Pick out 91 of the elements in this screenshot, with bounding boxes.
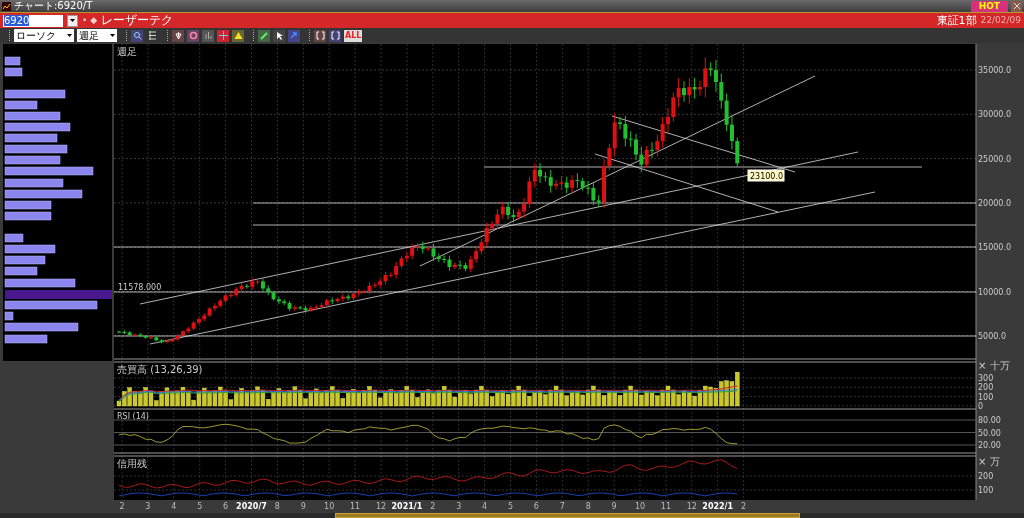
month-label: 7	[559, 502, 565, 511]
navigator-bar[interactable]	[0, 513, 1024, 518]
month-label: 11	[350, 502, 361, 511]
month-label: 2	[430, 502, 436, 511]
toolbar-button[interactable]	[258, 29, 270, 42]
period-select[interactable]: 週足	[77, 29, 117, 42]
month-label: 2021/1	[391, 502, 423, 511]
month-label: 12	[686, 502, 697, 511]
market-label: 東証1部	[936, 14, 977, 27]
axis-label: 100	[978, 486, 994, 495]
caret-icon	[67, 34, 72, 37]
axis-label: 25000.0	[978, 154, 1012, 164]
chart-type-select[interactable]: ローソク	[14, 29, 74, 42]
magnifier-icon	[132, 31, 142, 40]
axis-label: 10000.0	[978, 287, 1012, 297]
month-label: 5	[507, 502, 514, 511]
axis-label: 20000.0	[978, 198, 1012, 208]
target-icon	[188, 31, 198, 40]
cursor-icon	[274, 31, 284, 40]
window-title: チャート:6920/T	[14, 0, 94, 12]
code-input[interactable]: 6920	[3, 14, 63, 27]
axis-label: 100	[978, 392, 994, 402]
arrow-icon	[289, 31, 299, 40]
bracket-icon	[315, 31, 325, 40]
month-label: 2	[741, 502, 747, 511]
axis-label: 300	[978, 374, 994, 383]
month-label: 12	[375, 502, 387, 511]
month-label: 6	[533, 502, 539, 511]
crosshair-icon	[218, 31, 228, 40]
hot-badge[interactable]: HOT	[970, 0, 1008, 12]
caret-icon	[70, 19, 75, 22]
line-value-label: 11578.000	[118, 283, 162, 292]
pin-icon	[173, 31, 183, 40]
toolbar-button[interactable]	[217, 29, 229, 42]
symbol-marks: • ◆	[82, 14, 98, 27]
month-label: 3	[456, 502, 462, 511]
navigator-thumb[interactable]	[335, 513, 800, 518]
close-icon	[1013, 3, 1020, 9]
grid-icon	[147, 31, 157, 40]
axis-label: 20.00	[978, 441, 1001, 450]
caret-icon	[110, 34, 115, 37]
month-label: 8	[585, 502, 591, 511]
axis-label: 200	[978, 383, 994, 393]
panel-label: 信用残	[117, 458, 147, 469]
month-label: 6	[223, 502, 229, 511]
pencil-icon	[259, 31, 269, 40]
month-label: 8	[274, 502, 280, 511]
all-button[interactable]: ALL	[344, 29, 363, 42]
close-button[interactable]	[1011, 0, 1022, 12]
month-label: 10	[634, 502, 646, 511]
company-name: レーザーテク	[101, 14, 174, 27]
toolbar-button[interactable]	[314, 29, 326, 42]
axis-label: 30000.0	[978, 110, 1012, 120]
toolbar-button[interactable]	[131, 29, 143, 42]
chart-app-icon	[2, 1, 11, 11]
month-label: 5	[197, 502, 203, 511]
last-price-label: 23100.0	[747, 169, 785, 182]
panel-label: 週足	[117, 46, 137, 57]
axis-unit: × 十万	[978, 360, 1010, 371]
axis-label: 5000.0	[978, 331, 1006, 341]
month-label: 4	[171, 502, 177, 511]
axis-label: 15000.0	[978, 243, 1012, 253]
toolbar-button[interactable]	[187, 29, 199, 42]
warning-icon	[233, 31, 243, 40]
bracket-icon	[330, 31, 340, 40]
month-label: 2020/7	[236, 502, 267, 511]
axis-label: 0	[978, 401, 984, 411]
panel-label: RSI (14)	[117, 412, 149, 421]
dropdown-button[interactable]	[67, 14, 78, 27]
month-label: 2	[119, 502, 125, 511]
toolbar-button[interactable]	[232, 29, 244, 42]
month-label: 3	[145, 502, 151, 511]
toolbar-button[interactable]	[172, 29, 184, 42]
month-label: 4	[482, 502, 488, 511]
toolbar-button[interactable]	[329, 29, 341, 42]
month-label: 10	[324, 502, 335, 511]
toolbar-button[interactable]	[202, 29, 214, 42]
panel-label: 売買高 (13,26,39)	[117, 364, 203, 375]
axis-label: 80.00	[978, 416, 1001, 425]
month-label: 9	[300, 502, 306, 511]
toolbar-button[interactable]	[273, 29, 285, 42]
month-label: 2022/1	[702, 502, 734, 511]
month-label: 11	[660, 502, 671, 511]
axis-label: 50.00	[978, 428, 1001, 438]
bar-icon	[203, 31, 213, 40]
toolbar-button[interactable]	[146, 29, 158, 42]
axis-label: 200	[978, 472, 994, 481]
axis-unit: × 万	[978, 456, 1000, 467]
axis-label: 35000.0	[978, 66, 1012, 75]
date-label: 22/02/09	[980, 14, 1021, 27]
month-label: 9	[611, 502, 617, 511]
